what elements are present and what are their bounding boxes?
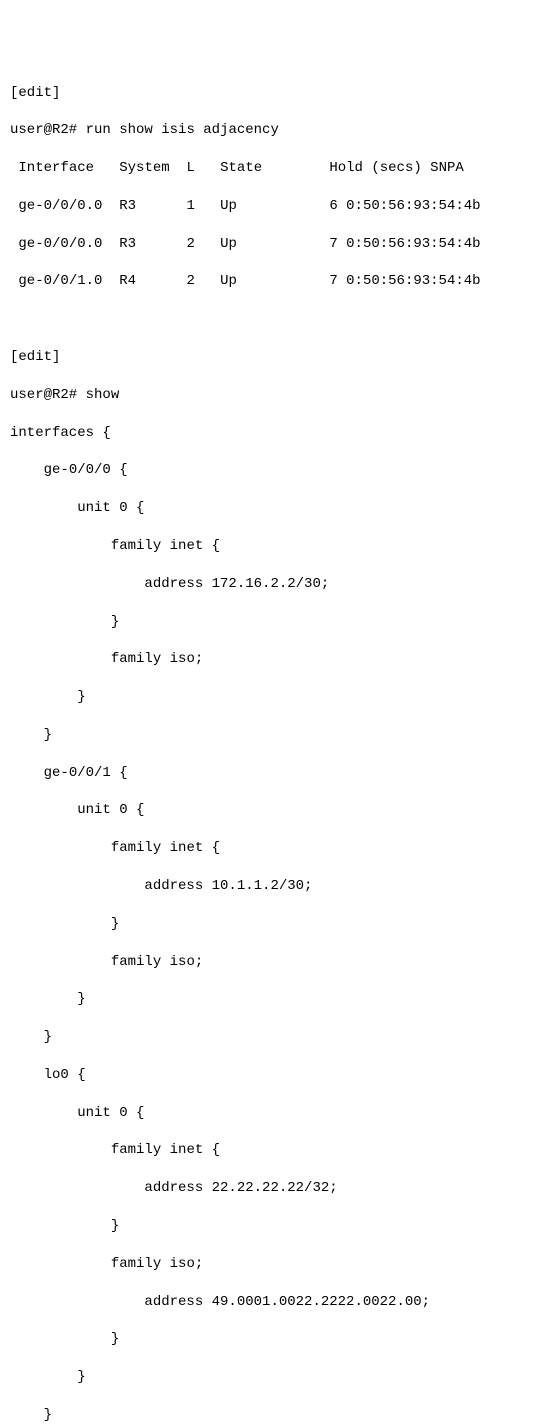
address: address 172.16.2.2/30; <box>144 576 329 592</box>
cell-hold: 6 <box>329 198 337 214</box>
cell-state: Up <box>220 198 237 214</box>
brace: } <box>77 689 85 705</box>
brace: } <box>77 1369 85 1385</box>
close-brace: } <box>10 613 540 632</box>
cell-snpa: 0:50:56:93:54:4b <box>346 236 480 252</box>
family-inet: family inet { <box>111 538 220 554</box>
cell-snpa: 0:50:56:93:54:4b <box>346 198 480 214</box>
cell-iface: ge-0/0/0.0 <box>18 236 102 252</box>
unit0: unit 0 { <box>77 802 144 818</box>
family-iso: family iso; <box>111 954 203 970</box>
hdr-system: System <box>119 160 169 176</box>
lo0-name: lo0 { <box>44 1067 86 1083</box>
unit0: unit 0 { <box>77 1105 144 1121</box>
command-1: run show isis adjacency <box>86 122 279 138</box>
brace: } <box>44 1029 52 1045</box>
cell-iface: ge-0/0/1.0 <box>18 273 102 289</box>
close-brace: } <box>10 688 540 707</box>
lo0-open: lo0 { <box>10 1066 540 1085</box>
edit-tag: [edit] <box>10 84 540 103</box>
unit0: unit 0 { <box>77 500 144 516</box>
family-iso: family iso; <box>111 1256 203 1272</box>
lo0-addr: address 22.22.22.22/32; <box>10 1179 540 1198</box>
ge001-name: ge-0/0/1 { <box>44 765 128 781</box>
close-brace: } <box>10 990 540 1009</box>
address: address 10.1.1.2/30; <box>144 878 312 894</box>
interfaces-open: interfaces { <box>10 424 540 443</box>
close-brace: } <box>10 1217 540 1236</box>
brace: } <box>111 916 119 932</box>
ge001-inet: family inet { <box>10 839 540 858</box>
close-brace: } <box>10 915 540 934</box>
blank <box>10 310 540 329</box>
prompt: user@R2# <box>10 387 77 403</box>
adj-row-0: ge-0/0/0.0 R3 1 Up 6 0:50:56:93:54:4b <box>10 197 540 216</box>
edit-tag-2: [edit] <box>10 348 540 367</box>
lo0-iso: family iso; <box>10 1255 540 1274</box>
adj-header: Interface System L State Hold (secs) SNP… <box>10 159 540 178</box>
adj-row-2: ge-0/0/1.0 R4 2 Up 7 0:50:56:93:54:4b <box>10 272 540 291</box>
ge000-open: ge-0/0/0 { <box>10 461 540 480</box>
lo0-unit: unit 0 { <box>10 1104 540 1123</box>
close-brace: } <box>10 1368 540 1387</box>
ge001-addr: address 10.1.1.2/30; <box>10 877 540 896</box>
ge000-addr: address 172.16.2.2/30; <box>10 575 540 594</box>
prompt: user@R2# <box>10 122 77 138</box>
command-2: show <box>86 387 120 403</box>
brace: } <box>111 1218 119 1234</box>
close-brace: } <box>10 726 540 745</box>
cell-system: R4 <box>119 273 136 289</box>
hdr-snpa: SNPA <box>430 160 464 176</box>
cell-l: 2 <box>186 273 194 289</box>
cell-system: R3 <box>119 198 136 214</box>
ge001-iso: family iso; <box>10 953 540 972</box>
hdr-state: State <box>220 160 262 176</box>
lo0-inet: family inet { <box>10 1141 540 1160</box>
hdr-l: L <box>186 160 194 176</box>
ge000-inet: family inet { <box>10 537 540 556</box>
family-inet: family inet { <box>111 1142 220 1158</box>
cell-state: Up <box>220 236 237 252</box>
cell-hold: 7 <box>329 236 337 252</box>
cmd-line-2: user@R2# show <box>10 386 540 405</box>
address: address 22.22.22.22/32; <box>144 1180 337 1196</box>
brace: } <box>44 727 52 743</box>
cell-iface: ge-0/0/0.0 <box>18 198 102 214</box>
ge000-name: ge-0/0/0 { <box>44 462 128 478</box>
cell-snpa: 0:50:56:93:54:4b <box>346 273 480 289</box>
brace: } <box>111 1331 119 1347</box>
family-iso: family iso; <box>111 651 203 667</box>
brace: } <box>77 991 85 1007</box>
cell-state: Up <box>220 273 237 289</box>
close-brace: } <box>10 1028 540 1047</box>
close-brace: } <box>10 1330 540 1349</box>
brace: } <box>44 1407 52 1423</box>
ge001-open: ge-0/0/1 { <box>10 764 540 783</box>
cmd-line-1: user@R2# run show isis adjacency <box>10 121 540 140</box>
ge001-unit: unit 0 { <box>10 801 540 820</box>
cell-hold: 7 <box>329 273 337 289</box>
close-brace: } <box>10 1406 540 1425</box>
hdr-iface: Interface <box>18 160 94 176</box>
cell-l: 1 <box>186 198 194 214</box>
hdr-hold: Hold (secs) <box>329 160 421 176</box>
cell-system: R3 <box>119 236 136 252</box>
adj-row-1: ge-0/0/0.0 R3 2 Up 7 0:50:56:93:54:4b <box>10 235 540 254</box>
family-inet: family inet { <box>111 840 220 856</box>
brace: } <box>111 614 119 630</box>
lo0-iso-addr: address 49.0001.0022.2222.0022.00; <box>10 1293 540 1312</box>
iso-address: address 49.0001.0022.2222.0022.00; <box>144 1294 430 1310</box>
cell-l: 2 <box>186 236 194 252</box>
ge000-iso: family iso; <box>10 650 540 669</box>
ge000-unit: unit 0 { <box>10 499 540 518</box>
